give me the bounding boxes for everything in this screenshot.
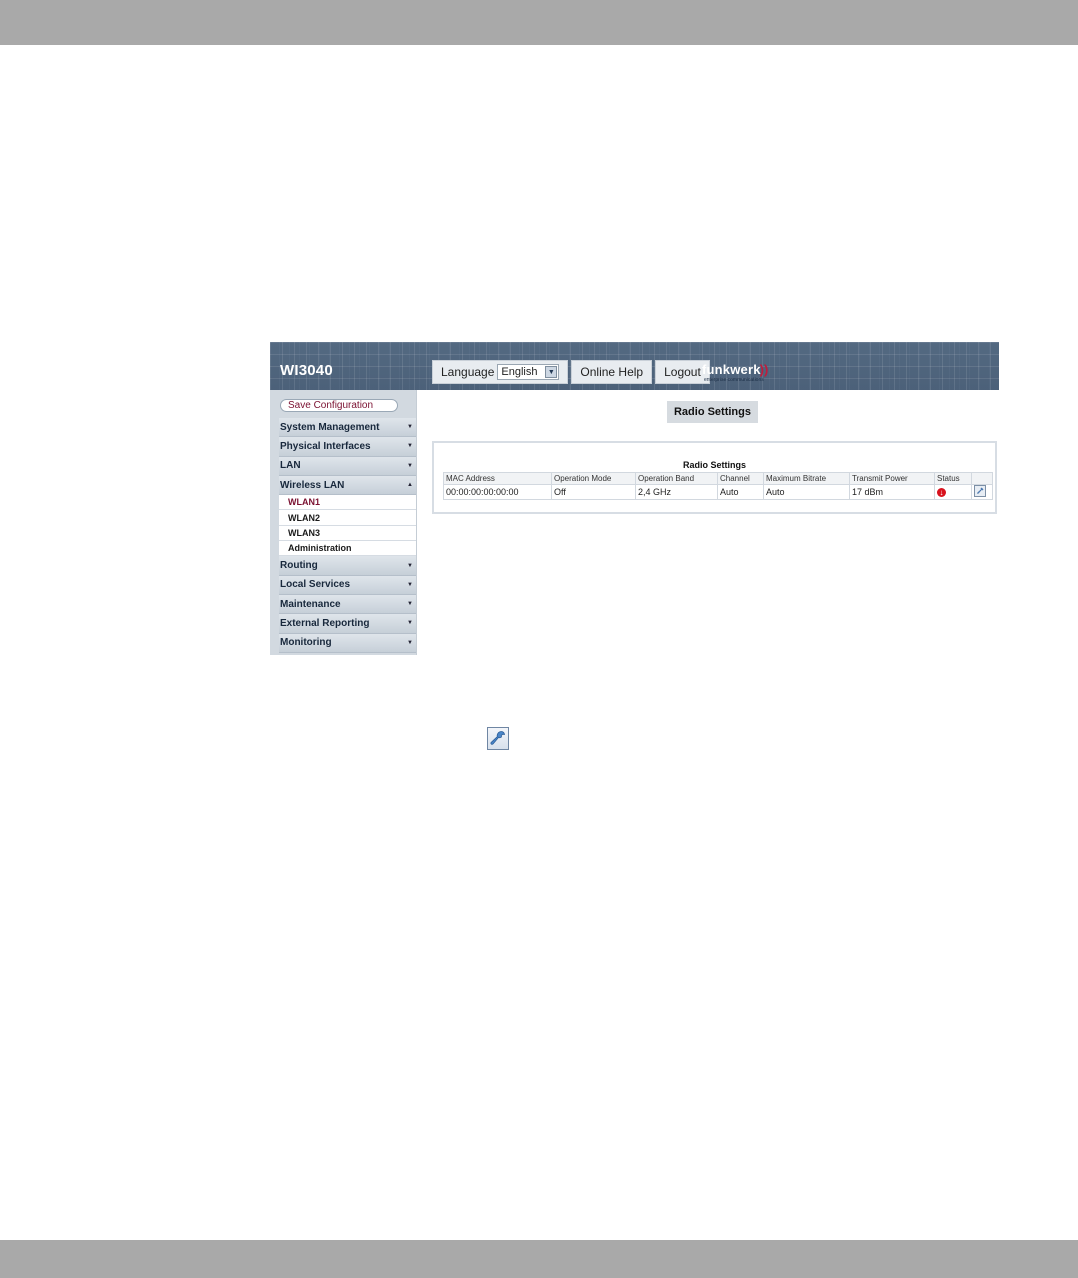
column-header: MAC Address	[443, 472, 552, 485]
language-label: Language	[441, 365, 495, 379]
sidebar-item-routing[interactable]: Routing ▼	[279, 556, 416, 576]
status-off-icon: ↓	[937, 488, 946, 497]
webui-screenshot: WI3040 Language English ▼ Online Help Lo…	[270, 342, 999, 655]
column-header: Channel	[717, 472, 764, 485]
online-help-button[interactable]: Online Help	[571, 360, 653, 384]
header: WI3040 Language English ▼ Online Help Lo…	[270, 342, 999, 390]
sidebar-item-lan[interactable]: LAN ▼	[279, 456, 416, 476]
chevron-down-icon: ▼	[407, 424, 413, 431]
cell-operation-mode: Off	[551, 484, 636, 500]
edit-button[interactable]	[974, 485, 986, 497]
sidebar-subitem-wlan1[interactable]: WLAN1	[279, 495, 416, 511]
top-toolbar: Language English ▼ Online Help Logout	[432, 360, 713, 384]
wrench-icon	[487, 727, 509, 750]
chevron-down-icon: ▼	[407, 620, 413, 627]
funkwerk-logo: funkwerk)) enterprise communications	[702, 362, 769, 383]
device-name: WI3040	[280, 362, 333, 379]
save-configuration-button[interactable]: Save Configuration	[280, 399, 398, 412]
sidebar-subitem-wlan2[interactable]: WLAN2	[279, 510, 416, 526]
table-row: 00:00:00:00:00:00 Off 2,4 GHz Auto Auto …	[443, 484, 993, 500]
sidebar-item-maintenance[interactable]: Maintenance ▼	[279, 594, 416, 615]
cell-maximum-bitrate: Auto	[763, 484, 850, 500]
chevron-down-icon: ▼	[407, 601, 413, 608]
chevron-down-icon: ▼	[407, 562, 413, 569]
sidebar-item-physical-interfaces[interactable]: Physical Interfaces ▼	[279, 437, 416, 457]
sidebar-item-wireless-lan[interactable]: Wireless LAN ▲	[279, 475, 416, 496]
radio-settings-box: Radio Settings MAC Address Operation Mod…	[432, 441, 997, 514]
column-header: Operation Band	[635, 472, 718, 485]
sidebar-subitem-wlan3[interactable]: WLAN3	[279, 525, 416, 542]
column-header	[971, 472, 993, 485]
cell-edit	[971, 484, 993, 500]
chevron-down-icon: ▼	[407, 639, 413, 646]
sidebar: Save Configuration System Management ▼ Ph…	[270, 390, 417, 655]
main-content: Radio Settings Radio Settings MAC Addres…	[417, 390, 999, 655]
column-header: Status	[934, 472, 972, 485]
language-selector: Language English ▼	[432, 360, 569, 384]
sidebar-item-system-management[interactable]: System Management ▼	[279, 418, 416, 438]
language-select[interactable]: English ▼	[497, 364, 560, 380]
page-title-tab[interactable]: Radio Settings	[667, 401, 758, 423]
column-header: Transmit Power	[849, 472, 935, 485]
sidebar-item-local-services[interactable]: Local Services ▼	[279, 575, 416, 595]
chevron-up-icon: ▲	[407, 482, 413, 489]
sidebar-item-monitoring[interactable]: Monitoring ▼	[279, 633, 416, 653]
chevron-down-icon: ▼	[545, 366, 558, 378]
chevron-down-icon: ▼	[407, 462, 413, 469]
cell-status: ↓	[934, 484, 972, 500]
sidebar-menu: System Management ▼ Physical Interfaces ▼ …	[279, 418, 416, 653]
wrench-icon	[977, 487, 984, 494]
sidebar-item-external-reporting[interactable]: External Reporting ▼	[279, 614, 416, 634]
cell-transmit-power: 17 dBm	[849, 484, 935, 500]
sidebar-subitem-administration[interactable]: Administration	[279, 541, 416, 557]
cell-operation-band: 2,4 GHz	[635, 484, 718, 500]
column-header: Operation Mode	[551, 472, 636, 485]
column-header: Maximum Bitrate	[763, 472, 850, 485]
top-band	[0, 0, 1078, 45]
radio-settings-table: MAC Address Operation Mode Operation Ban…	[443, 472, 993, 500]
chevron-down-icon: ▼	[407, 581, 413, 588]
chevron-down-icon: ▼	[407, 443, 413, 450]
cell-mac-address: 00:00:00:00:00:00	[443, 484, 552, 500]
box-title: Radio Settings	[682, 460, 746, 470]
cell-channel: Auto	[717, 484, 764, 500]
bottom-band	[0, 1240, 1078, 1278]
